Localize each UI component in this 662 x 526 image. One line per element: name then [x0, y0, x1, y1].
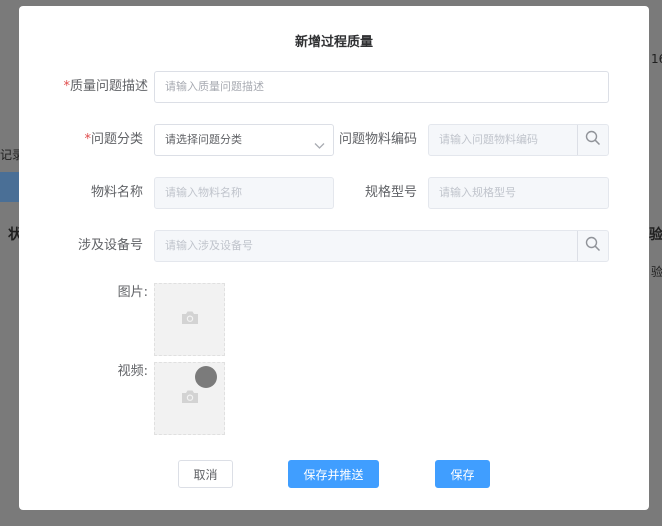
material-name-input[interactable]: 请输入物料名称 [154, 177, 334, 209]
cancel-button[interactable]: 取消 [178, 460, 233, 488]
material-code-search-button[interactable] [577, 125, 608, 155]
background-button [0, 172, 19, 202]
issue-description-label: *质量问题描述 [63, 79, 148, 94]
equipment-no-placeholder: 请输入涉及设备号 [165, 239, 253, 252]
issue-category-value: 请选择问题分类 [165, 133, 242, 146]
search-icon [585, 236, 601, 256]
add-process-quality-dialog: 新增过程质量 *质量问题描述 请输入质量问题描述 *问题分类 请选择问题分类 问… [19, 6, 649, 510]
spec-model-input[interactable]: 请输入规格型号 [428, 177, 609, 209]
material-name-label: 物料名称 [90, 185, 143, 200]
camera-icon [181, 389, 199, 408]
save-button[interactable]: 保存 [435, 460, 490, 488]
save-and-push-button[interactable]: 保存并推送 [288, 460, 379, 488]
image-upload[interactable] [154, 283, 225, 356]
issue-category-select[interactable]: 请选择问题分类 [154, 124, 334, 156]
spec-model-placeholder: 请输入规格型号 [439, 186, 516, 199]
camera-icon [181, 310, 199, 329]
equipment-no-search-button[interactable] [577, 231, 608, 261]
equipment-no-input[interactable]: 请输入涉及设备号 [154, 230, 609, 262]
dialog-title: 新增过程质量 [294, 35, 373, 50]
material-code-input[interactable]: 请输入问题物料编码 [428, 124, 609, 156]
background-text: 16 [651, 52, 662, 66]
issue-description-placeholder: 请输入质量问题描述 [165, 80, 264, 93]
image-label: 图片: [117, 285, 148, 300]
equipment-no-label: 涉及设备号 [77, 238, 143, 253]
material-code-label: 问题物料编码 [338, 132, 417, 147]
search-icon [585, 130, 601, 150]
background-text: 验 [649, 227, 662, 243]
mouse-cursor-indicator [195, 366, 217, 388]
issue-description-input[interactable]: 请输入质量问题描述 [154, 71, 609, 103]
background-text: 验 [651, 265, 662, 279]
material-name-placeholder: 请输入物料名称 [165, 186, 242, 199]
issue-category-label: *问题分类 [84, 132, 143, 147]
material-code-placeholder: 请输入问题物料编码 [439, 133, 538, 146]
chevron-down-icon [314, 135, 325, 154]
video-label: 视频: [117, 364, 148, 379]
spec-model-label: 规格型号 [364, 185, 417, 200]
